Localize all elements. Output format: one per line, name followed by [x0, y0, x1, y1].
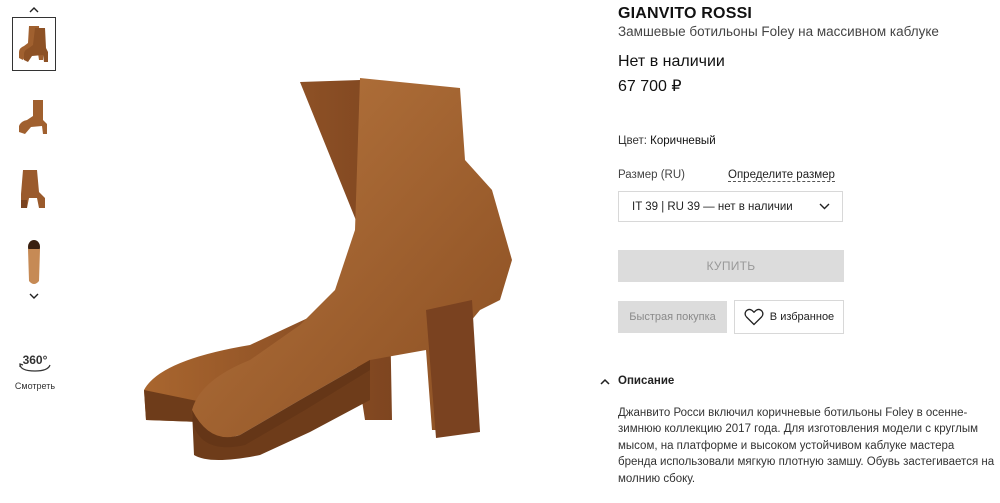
view-360-button[interactable]: 360° Смотреть	[10, 352, 60, 391]
size-selected-value: IT 39 | RU 39 — нет в наличии	[632, 200, 793, 213]
quick-buy-button[interactable]: Быстрая покупка	[618, 301, 727, 333]
buy-button[interactable]: КУПИТЬ	[618, 250, 844, 282]
thumbnail-3[interactable]	[12, 163, 55, 215]
size-guide-link[interactable]: Определите размер	[728, 169, 835, 182]
favorites-label: В избранное	[769, 311, 835, 323]
thumbnail-1[interactable]	[12, 17, 56, 71]
availability-status: Нет в наличии	[618, 53, 725, 70]
product-title: Замшевые ботильоны Foley на массивном ка…	[618, 24, 939, 39]
color-label: Цвет:	[618, 135, 647, 147]
chevron-down-icon	[819, 203, 830, 210]
add-to-favorites-button[interactable]: В избранное	[734, 300, 844, 334]
thumbnail-4[interactable]	[12, 236, 55, 288]
color-value: Коричневый	[650, 135, 716, 147]
brand-name[interactable]: GIANVITO ROSSI	[618, 5, 752, 23]
view-360-label: Смотреть	[14, 381, 56, 391]
size-label: Размер (RU)	[618, 169, 685, 181]
chevron-up-icon	[600, 378, 610, 385]
size-select[interactable]: IT 39 | RU 39 — нет в наличии	[618, 191, 843, 222]
thumbnail-2[interactable]	[12, 90, 55, 142]
chevron-down-icon[interactable]	[26, 290, 42, 302]
badge-360: 360°	[23, 353, 48, 367]
chevron-up-icon[interactable]	[26, 3, 42, 15]
description-heading: Описание	[618, 375, 675, 387]
heart-icon	[744, 308, 764, 326]
rotate-360-icon: 360°	[19, 353, 51, 372]
color-row: Цвет: Коричневый	[618, 135, 716, 147]
thumbnail-gallery: 360° Смотреть	[0, 0, 70, 503]
description-toggle[interactable]: Описание	[600, 375, 674, 387]
description-text: Джанвито Росси включил коричневые ботиль…	[618, 407, 995, 485]
main-product-image[interactable]	[120, 60, 540, 480]
product-price: 67 700 ₽	[618, 78, 682, 95]
